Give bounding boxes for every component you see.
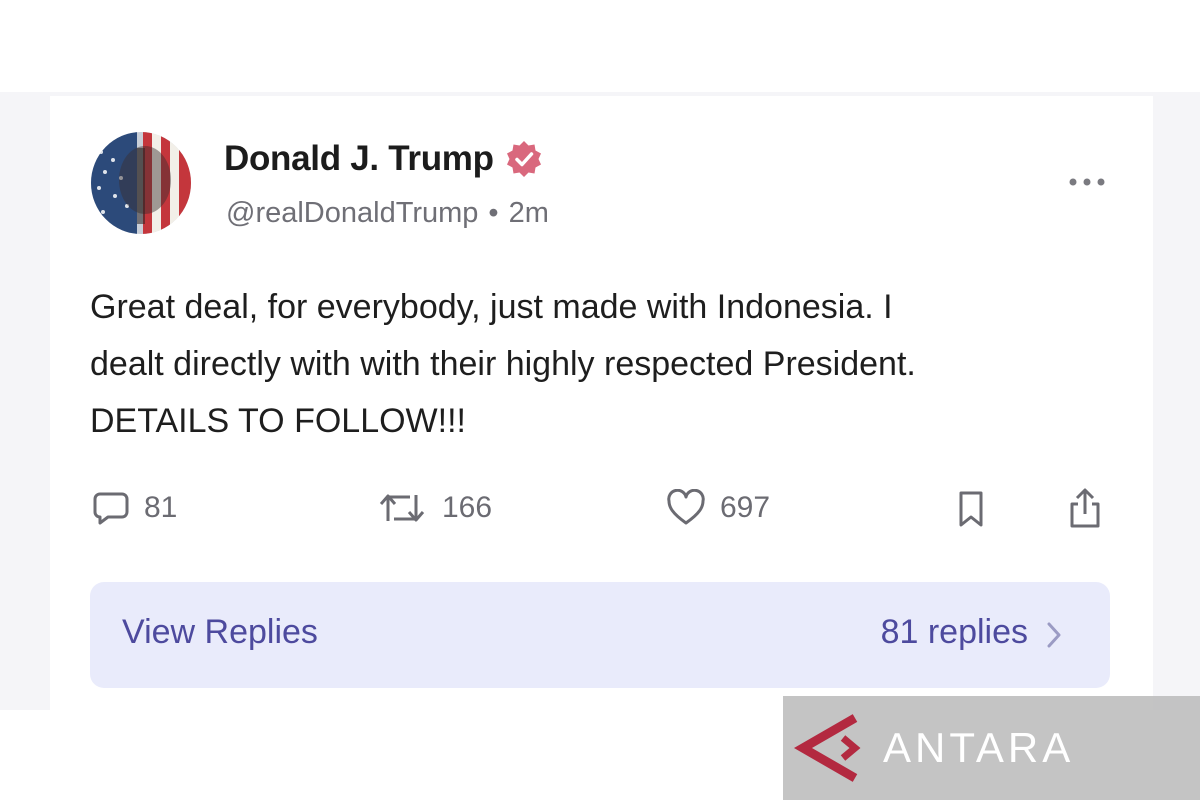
chevron-right-icon — [1047, 622, 1061, 648]
repost-action[interactable]: 166 — [376, 489, 492, 527]
more-options-icon — [1069, 178, 1105, 186]
antara-logo: ANTARA — [793, 714, 1074, 782]
post-timestamp: 2m — [508, 197, 549, 229]
verified-badge-icon — [504, 139, 544, 179]
view-replies-bar[interactable]: View Replies 81 replies — [90, 582, 1110, 688]
like-count: 697 — [720, 491, 771, 524]
post-body: Great deal, for everybody, just made wit… — [90, 279, 1130, 450]
profile-avatar[interactable] — [91, 132, 191, 234]
repost-icon — [379, 494, 425, 522]
author-display-name[interactable]: Donald J. Trump — [224, 139, 494, 179]
more-options-button[interactable] — [1060, 164, 1114, 200]
heart-icon — [667, 489, 705, 525]
post-card: Donald J. Trump @realDonaldTrump • 2m Gr… — [50, 96, 1153, 712]
bookmark-icon — [959, 491, 983, 527]
author-handle[interactable]: @realDonaldTrump — [226, 197, 478, 230]
bookmark-button[interactable] — [956, 489, 986, 529]
reply-count: 81 — [144, 491, 178, 524]
view-replies-label: View Replies — [122, 613, 318, 651]
share-button[interactable] — [1066, 486, 1104, 530]
post-text-line: DETAILS TO FOLLOW!!! — [90, 402, 466, 440]
replies-count-text: 81 replies — [880, 613, 1028, 651]
author-meta-row: @realDonaldTrump • 2m — [226, 197, 549, 230]
post-text-line: Great deal, for everybody, just made wit… — [90, 288, 893, 326]
author-name-row: Donald J. Trump — [224, 139, 544, 179]
antara-watermark: ANTARA — [783, 696, 1200, 800]
antara-logo-text: ANTARA — [883, 724, 1074, 771]
repost-count: 166 — [442, 491, 493, 524]
comment-icon — [93, 492, 129, 525]
like-action[interactable]: 697 — [666, 489, 770, 527]
reply-action[interactable]: 81 — [92, 489, 177, 527]
post-text-line: dealt directly with with their highly re… — [90, 345, 916, 383]
meta-separator: • — [488, 197, 499, 229]
share-icon — [1070, 488, 1100, 528]
avatar-flag-portrait — [91, 132, 191, 234]
